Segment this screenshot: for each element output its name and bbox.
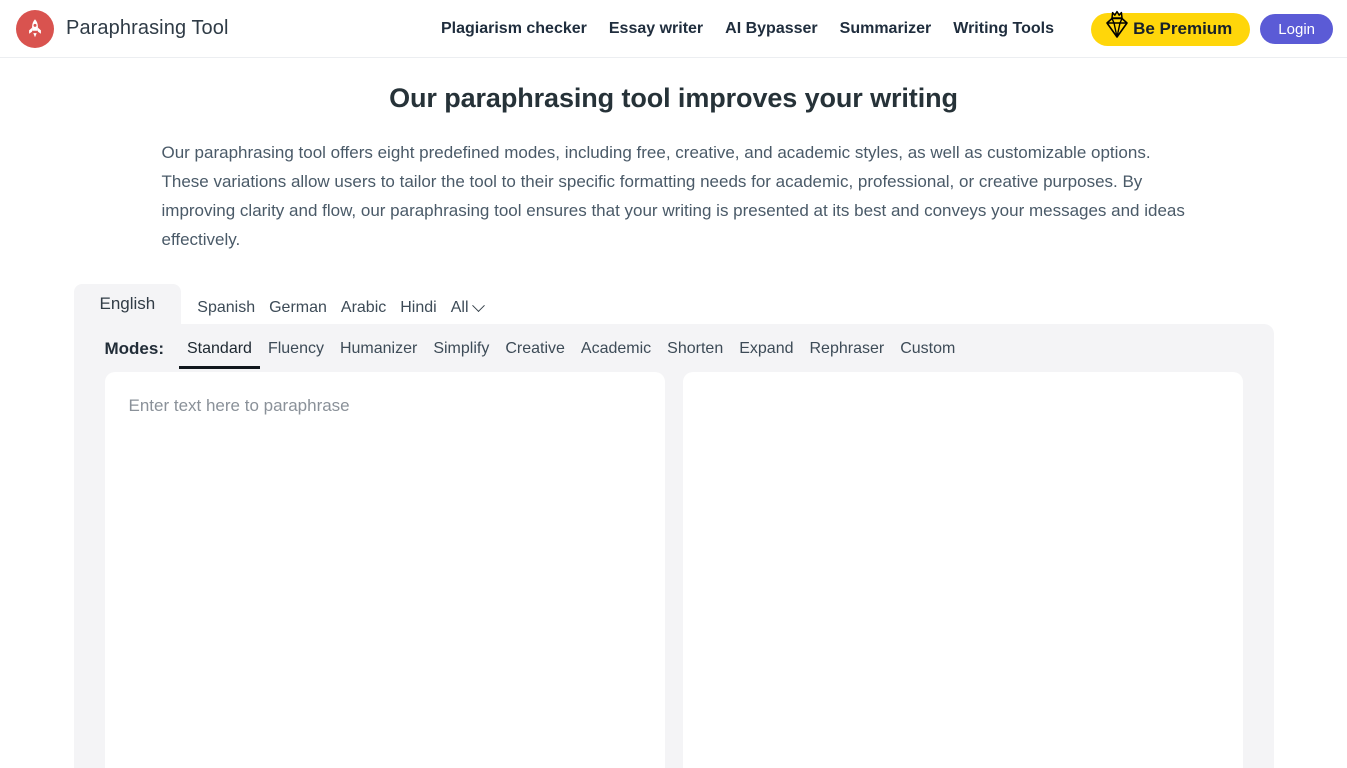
nav-link-essay-writer[interactable]: Essay writer bbox=[609, 20, 703, 38]
be-premium-button[interactable]: Be Premium bbox=[1091, 13, 1250, 46]
page-title: Our paraphrasing tool improves your writ… bbox=[0, 58, 1347, 114]
mode-custom[interactable]: Custom bbox=[892, 338, 963, 366]
language-tab-german[interactable]: German bbox=[269, 299, 327, 317]
language-tabs: English Spanish German Arabic Hindi All bbox=[74, 284, 1274, 324]
language-all-label: All bbox=[451, 299, 469, 317]
brand-logo[interactable]: Paraphrasing Tool bbox=[16, 10, 229, 48]
language-tab-english[interactable]: English bbox=[74, 284, 182, 324]
site-header: Paraphrasing Tool Plagiarism checker Ess… bbox=[0, 0, 1347, 58]
be-premium-label: Be Premium bbox=[1133, 19, 1232, 39]
header-actions: Be Premium Login bbox=[1091, 0, 1333, 58]
language-tab-arabic[interactable]: Arabic bbox=[341, 299, 386, 317]
mode-humanizer[interactable]: Humanizer bbox=[332, 338, 425, 366]
page-description: Our paraphrasing tool offers eight prede… bbox=[162, 138, 1186, 254]
mode-fluency[interactable]: Fluency bbox=[260, 338, 332, 366]
output-textarea[interactable] bbox=[683, 372, 1243, 768]
nav-link-plagiarism-checker[interactable]: Plagiarism checker bbox=[441, 20, 587, 38]
brand-name: Paraphrasing Tool bbox=[66, 17, 229, 40]
mode-rephraser[interactable]: Rephraser bbox=[801, 338, 892, 366]
mode-academic[interactable]: Academic bbox=[573, 338, 659, 366]
mode-standard[interactable]: Standard bbox=[179, 338, 260, 369]
mode-simplify[interactable]: Simplify bbox=[425, 338, 497, 366]
language-tab-hindi[interactable]: Hindi bbox=[400, 299, 436, 317]
nav-link-ai-bypasser[interactable]: AI Bypasser bbox=[725, 20, 818, 38]
paraphrase-workspace: Modes: Standard Fluency Humanizer Simpli… bbox=[74, 324, 1274, 768]
login-button[interactable]: Login bbox=[1260, 14, 1333, 44]
input-textarea[interactable]: Enter text here to paraphrase bbox=[105, 372, 665, 768]
diamond-crown-icon bbox=[1103, 7, 1131, 47]
mode-creative[interactable]: Creative bbox=[497, 338, 573, 366]
mode-shorten[interactable]: Shorten bbox=[659, 338, 731, 366]
editor-panes: Enter text here to paraphrase bbox=[74, 372, 1274, 768]
login-label: Login bbox=[1278, 21, 1315, 38]
modes-bar: Modes: Standard Fluency Humanizer Simpli… bbox=[74, 324, 1274, 372]
chevron-down-icon bbox=[472, 299, 485, 312]
input-placeholder: Enter text here to paraphrase bbox=[129, 396, 350, 416]
rocket-icon bbox=[16, 10, 54, 48]
language-tab-spanish[interactable]: Spanish bbox=[197, 299, 255, 317]
nav-link-writing-tools[interactable]: Writing Tools bbox=[953, 20, 1054, 38]
main-nav: Plagiarism checker Essay writer AI Bypas… bbox=[441, 0, 1054, 58]
mode-expand[interactable]: Expand bbox=[731, 338, 801, 366]
language-all-dropdown[interactable]: All bbox=[451, 299, 483, 317]
nav-link-summarizer[interactable]: Summarizer bbox=[840, 20, 932, 38]
modes-label: Modes: bbox=[105, 338, 165, 360]
language-tab-list: Spanish German Arabic Hindi All bbox=[181, 299, 482, 324]
